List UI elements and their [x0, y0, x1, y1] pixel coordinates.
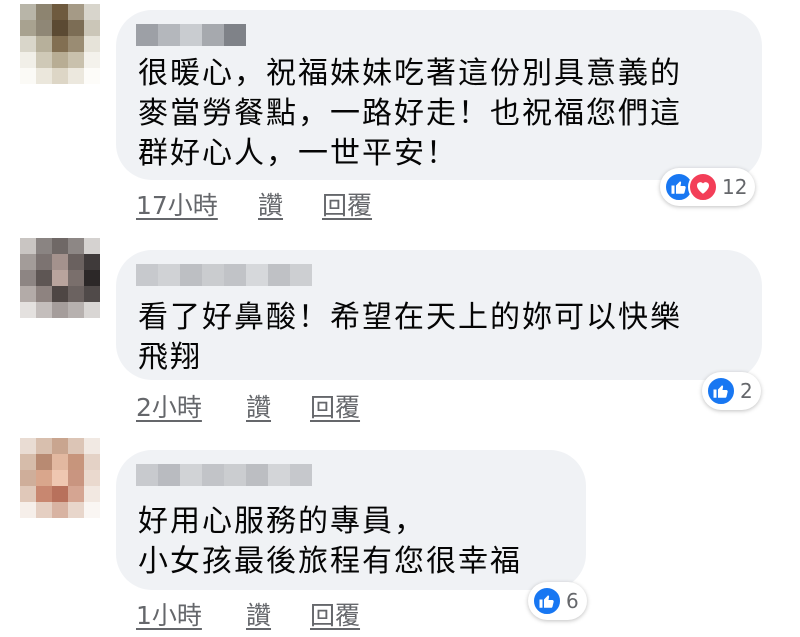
reaction-count: 6 [566, 589, 579, 613]
reaction-summary[interactable]: 12 [660, 168, 756, 206]
comment: 很暖心，祝福妹妹吃著這份別具意義的 麥當勞餐點，一路好走！也祝福您們這 群好心人… [0, 0, 800, 230]
comment-bubble: 很暖心，祝福妹妹吃著這份別具意義的 麥當勞餐點，一路好走！也祝福您們這 群好心人… [116, 10, 762, 180]
reply-button[interactable]: 回覆 [322, 186, 372, 222]
like-icon [706, 376, 736, 406]
commenter-name-blurred[interactable] [136, 24, 246, 46]
avatar[interactable] [20, 4, 100, 84]
commenter-name-blurred[interactable] [136, 464, 312, 486]
like-icon [532, 586, 562, 616]
comment-text: 好用心服務的專員， 小女孩最後旅程有您很幸福 [138, 504, 522, 579]
reaction-count: 2 [740, 379, 753, 403]
avatar[interactable] [20, 238, 100, 318]
reaction-summary[interactable]: 2 [702, 372, 761, 410]
comment-bubble: 看了好鼻酸！希望在天上的妳可以快樂 飛翔 [116, 250, 762, 380]
comment-text: 看了好鼻酸！希望在天上的妳可以快樂 飛翔 [138, 300, 682, 375]
love-icon [688, 172, 718, 202]
reply-button[interactable]: 回覆 [310, 596, 360, 632]
comment: 看了好鼻酸！希望在天上的妳可以快樂 飛翔 2小時 讚 回覆 2 [0, 236, 800, 426]
like-button[interactable]: 讚 [246, 388, 271, 424]
reply-button[interactable]: 回覆 [310, 388, 360, 424]
like-button[interactable]: 讚 [246, 596, 271, 632]
avatar[interactable] [20, 438, 100, 518]
reaction-summary[interactable]: 6 [528, 582, 587, 620]
comment-text: 很暖心，祝福妹妹吃著這份別具意義的 麥當勞餐點，一路好走！也祝福您們這 群好心人… [138, 56, 682, 171]
comment-timestamp[interactable]: 17小時 [136, 186, 218, 222]
comment-timestamp[interactable]: 2小時 [136, 388, 202, 424]
reaction-count: 12 [722, 175, 748, 199]
comment: 好用心服務的專員， 小女孩最後旅程有您很幸福 1小時 讚 回覆 6 [0, 436, 800, 636]
comment-bubble: 好用心服務的專員， 小女孩最後旅程有您很幸福 [116, 450, 586, 590]
commenter-name-blurred[interactable] [136, 264, 312, 286]
like-button[interactable]: 讚 [258, 186, 283, 222]
comment-timestamp[interactable]: 1小時 [136, 596, 202, 632]
